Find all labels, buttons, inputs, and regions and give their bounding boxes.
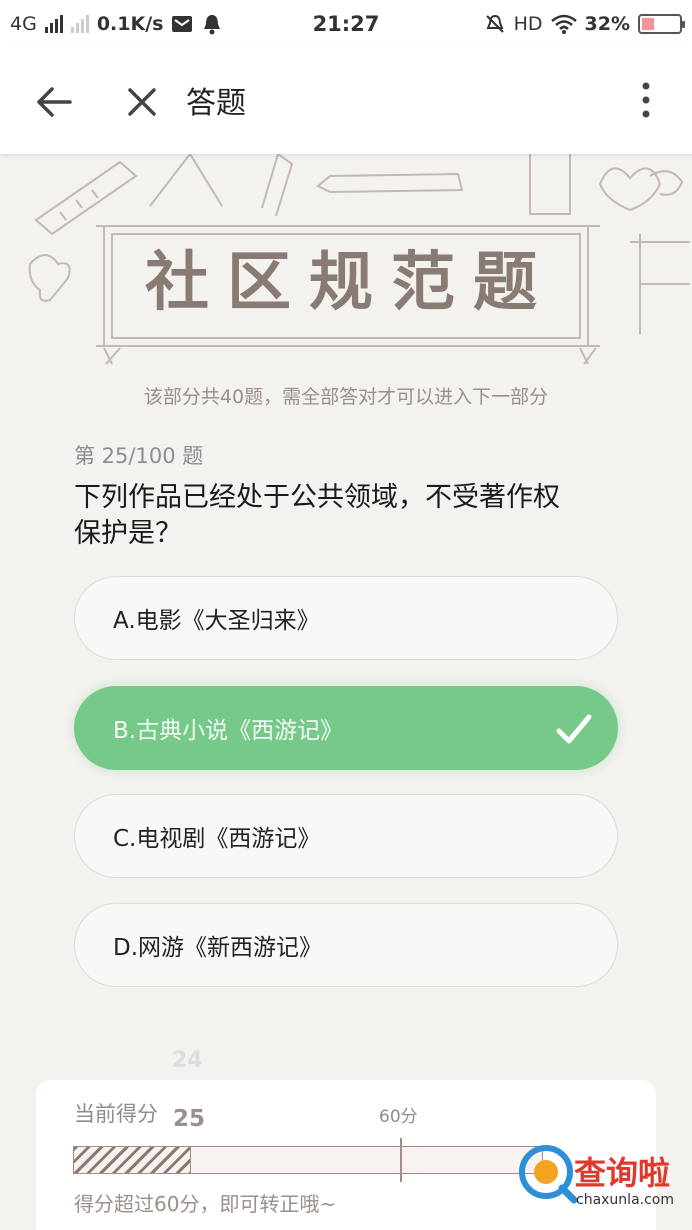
network-type: 4G: [10, 13, 37, 35]
previous-score: 24: [172, 1048, 203, 1073]
question-text-line2: 保护是？: [74, 518, 182, 549]
score-value: 25: [173, 1106, 206, 1132]
battery-percent: 32%: [584, 13, 630, 35]
hd-label: HD: [513, 13, 543, 35]
option-label: A.电影《大圣归来》: [113, 608, 320, 634]
close-icon[interactable]: [120, 80, 164, 124]
option-a[interactable]: A.电影《大圣归来》: [74, 576, 618, 660]
option-label: D.网游《新西游记》: [113, 935, 323, 961]
signal-secondary-icon: [70, 15, 89, 33]
status-bar: 4G 0.1K/s 21:27 HD 32%: [0, 0, 692, 48]
score-hint: 得分超过60分，即可转正哦~: [74, 1192, 337, 1216]
option-b[interactable]: B.古典小说《西游记》: [74, 686, 618, 770]
banner-subtitle: 该部分共40题，需全部答对才可以进入下一部分: [143, 386, 549, 408]
banner-title: 社区规范题: [145, 245, 555, 320]
battery-fill: [642, 18, 654, 30]
watermark-url: chaxunla.com: [576, 1192, 674, 1208]
notification-bell-icon: [204, 15, 221, 35]
mute-icon: [485, 14, 504, 33]
option-label: C.电视剧《西游记》: [113, 826, 321, 852]
app-bar: 答题: [0, 48, 692, 154]
status-left: 4G 0.1K/s: [10, 13, 270, 35]
option-label: B.古典小说《西游记》: [113, 718, 344, 744]
more-vertical-icon[interactable]: [628, 78, 664, 122]
pass-mark-label: 60分: [379, 1107, 418, 1127]
option-c[interactable]: C.电视剧《西游记》: [74, 794, 618, 878]
score-label: 当前得分: [74, 1102, 158, 1126]
status-right: HD 32%: [484, 13, 685, 35]
option-d[interactable]: D.网游《新西游记》: [74, 903, 618, 987]
signal-icon: [44, 15, 63, 33]
battery-icon: [638, 14, 685, 34]
back-arrow-icon[interactable]: [32, 80, 76, 124]
watermark-brand: 查询啦: [574, 1154, 671, 1192]
question-number: 第 25/100 题: [74, 444, 204, 468]
question-text-line1: 下列作品已经处于公共领域，不受著作权: [74, 482, 560, 513]
mail-icon: [172, 16, 193, 32]
page-title: 答题: [186, 86, 246, 121]
wifi-icon: [550, 14, 577, 34]
score-progress-fill: [74, 1147, 191, 1173]
pass-mark-tick: [400, 1138, 402, 1182]
question-text: 下列作品已经处于公共领域，不受著作权 保护是？: [74, 480, 624, 552]
network-speed: 0.1K/s: [96, 13, 164, 35]
score-progress-bar: [73, 1146, 543, 1174]
check-icon: [556, 714, 592, 744]
